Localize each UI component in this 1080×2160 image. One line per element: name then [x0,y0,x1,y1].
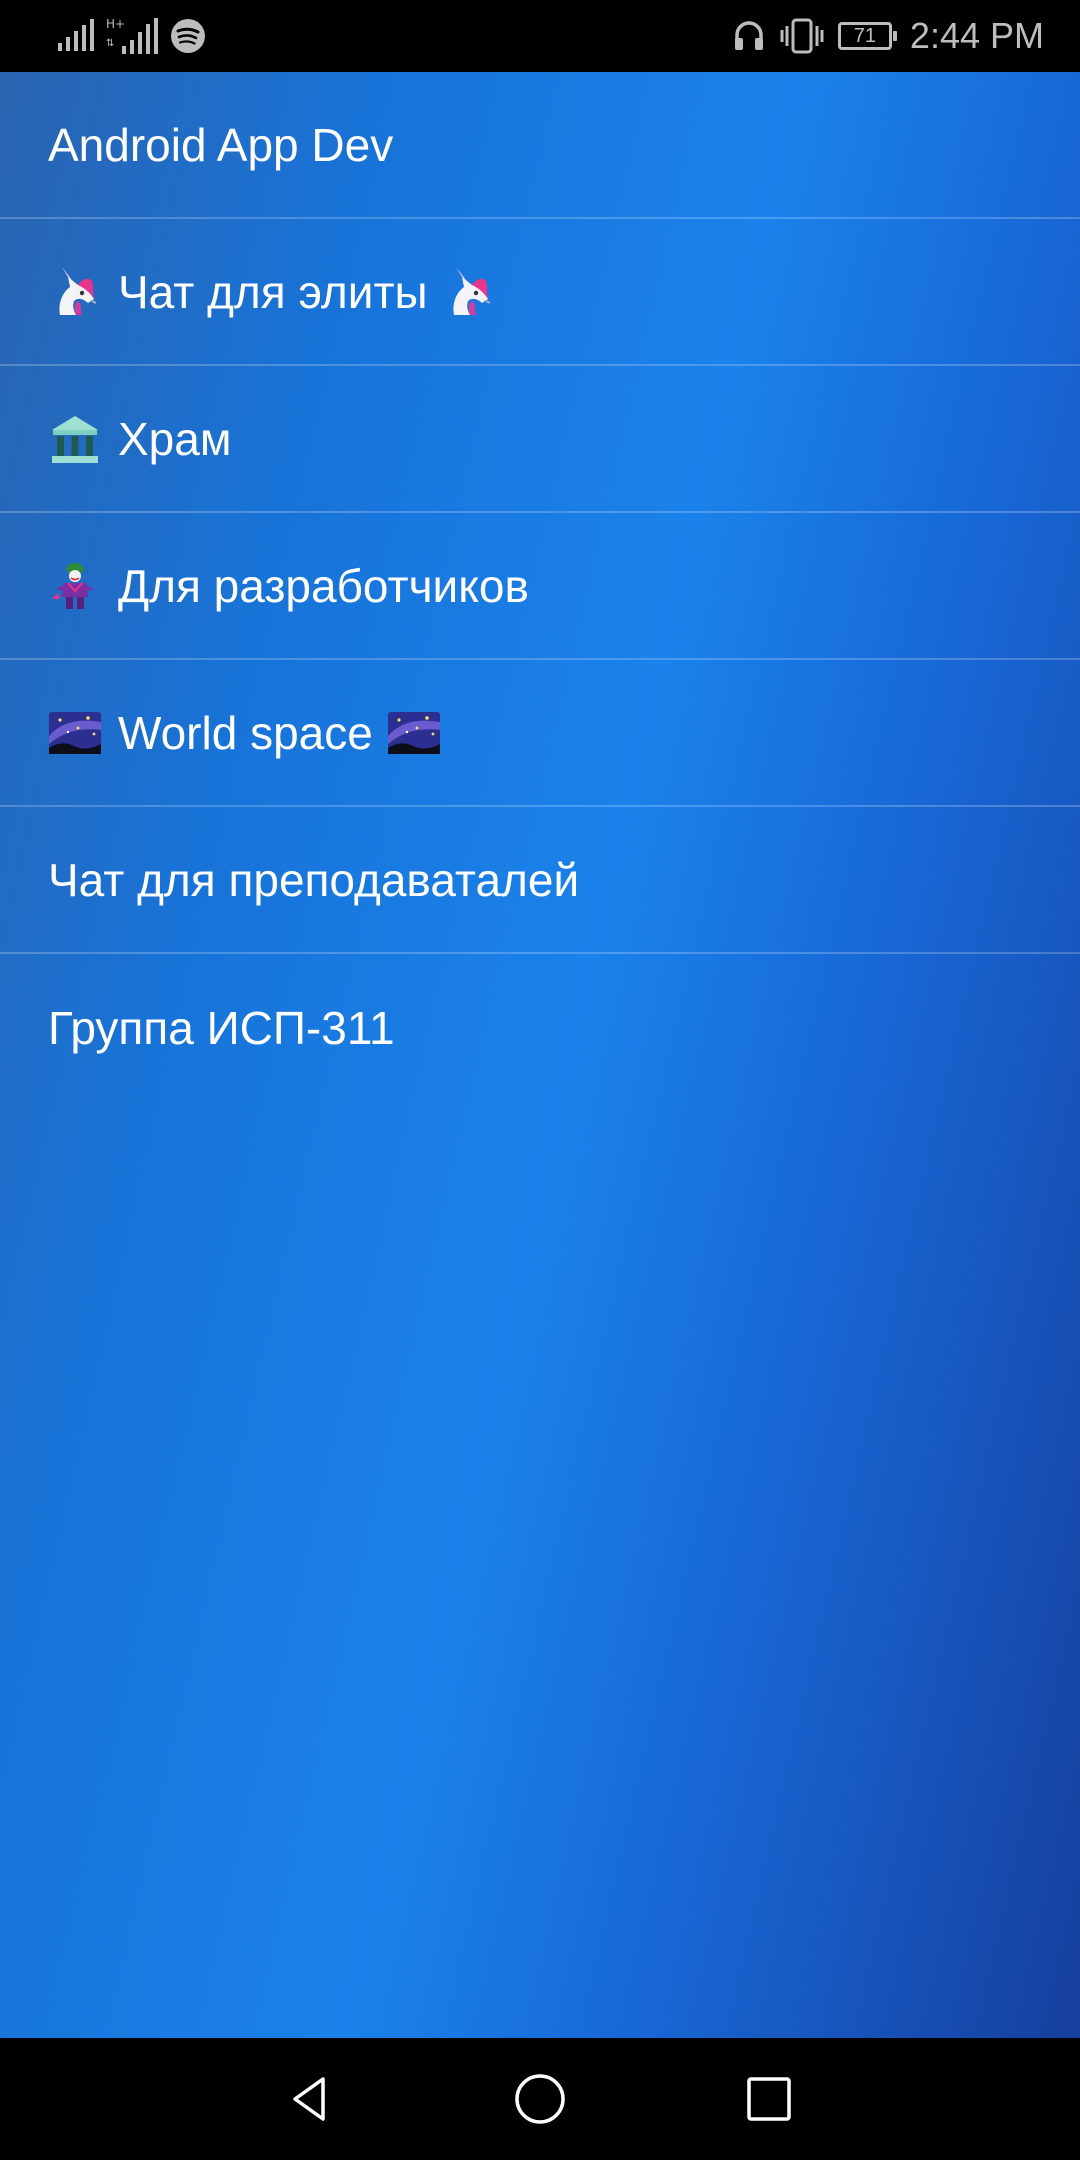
joker-icon [52,562,94,609]
chat-item-teachers[interactable]: Чат для преподаваталей [0,807,1080,954]
back-button[interactable] [278,2068,340,2130]
status-bar: H+ ⇅ 71 2:44 PM [0,0,1080,72]
svg-text:⇅: ⇅ [106,38,114,49]
clock-time: 2:44 PM [909,15,1044,56]
signal-hplus-icon: H+ ⇅ [106,16,160,56]
recents-icon [747,2077,791,2121]
recents-button[interactable] [738,2068,800,2130]
chat-list-screen: Android App Dev Чат для элиты Храм Для р… [0,72,1080,2038]
classical-building-icon [52,415,98,463]
vibrate-icon [780,18,824,54]
milky-way-icon [387,711,440,754]
spotify-icon [170,18,206,54]
chat-title: Для разработчиков [118,559,529,612]
chat-item-group-isp-311[interactable]: Группа ИСП-311 [0,954,1080,1101]
chat-item-elite[interactable]: Чат для элиты [0,219,1080,366]
home-icon [515,2074,565,2124]
chat-title-row: Чат для элиты [48,265,496,319]
chat-item-android-app-dev[interactable]: Android App Dev [0,72,1080,219]
chat-title: Группа ИСП-311 [48,1001,395,1054]
status-bar-left: H+ ⇅ [56,0,206,72]
chat-item-world-space[interactable]: World space [0,660,1080,807]
unicorn-icon [453,266,491,315]
chat-title-row: Для разработчиков [48,559,529,613]
chat-title: Android App Dev [48,118,394,171]
chat-title: Храм [118,412,232,465]
headphones-icon [732,19,766,53]
chat-title: Чат для элиты [118,265,428,318]
battery-level: 71 [853,25,877,47]
chat-item-temple[interactable]: Храм [0,366,1080,513]
status-bar-right: 71 2:44 PM [732,0,1044,72]
navigation-bar [0,2038,1080,2160]
back-icon [293,2077,325,2121]
battery-icon: 71 [837,22,897,50]
chat-list: Android App Dev Чат для элиты Храм Для р… [0,72,1080,1101]
svg-text:H+: H+ [106,17,125,31]
home-button[interactable] [509,2068,571,2130]
chat-title-row: World space [48,706,441,760]
chat-title: Чат для преподаваталей [48,853,580,906]
chat-title: World space [118,706,373,759]
chat-title-row: Храм [48,412,231,466]
signal-icon [56,19,96,53]
unicorn-icon [59,266,97,315]
chat-item-developers[interactable]: Для разработчиков [0,513,1080,660]
milky-way-icon [49,711,101,754]
